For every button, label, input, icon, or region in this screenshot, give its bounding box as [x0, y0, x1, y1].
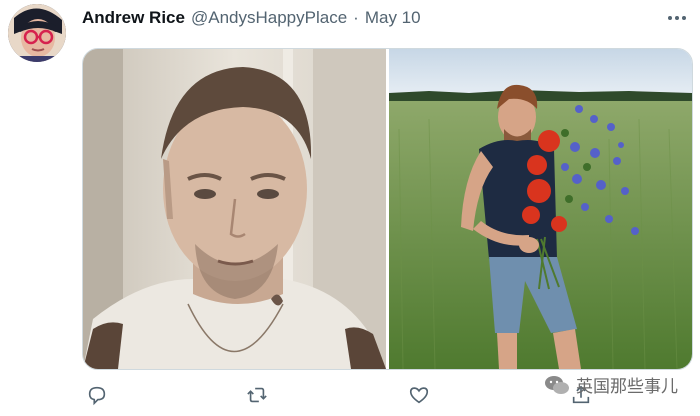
- separator: ·: [353, 8, 359, 27]
- author-name[interactable]: Andrew Rice: [82, 8, 185, 28]
- tweet-actions: [82, 380, 602, 410]
- watermark-text: 英国那些事儿: [576, 377, 678, 396]
- more-options-button[interactable]: [664, 8, 690, 28]
- dot-icon: [668, 16, 672, 20]
- retweet-button[interactable]: [242, 380, 272, 410]
- reply-button[interactable]: [82, 380, 112, 410]
- tweet-media: [82, 48, 693, 370]
- avatar[interactable]: [8, 4, 66, 62]
- photo-selfie[interactable]: [83, 49, 386, 369]
- reply-icon: [88, 386, 106, 406]
- wechat-icon: [545, 375, 569, 394]
- field-image: [389, 49, 692, 369]
- author-handle[interactable]: @AndysHappyPlace: [191, 8, 347, 28]
- photo-field-bouquet[interactable]: [389, 49, 692, 369]
- watermark: 英国那些事儿: [544, 372, 678, 397]
- like-icon: [409, 387, 429, 404]
- like-button[interactable]: [404, 380, 434, 410]
- avatar-image: [8, 4, 66, 62]
- dot-icon: [682, 16, 686, 20]
- retweet-icon: [247, 387, 267, 403]
- selfie-image: [83, 49, 386, 369]
- dot-icon: [675, 16, 679, 20]
- tweet-date[interactable]: May 10: [365, 8, 421, 28]
- tweet-header: Andrew Rice @AndysHappyPlace · May 10: [82, 8, 421, 30]
